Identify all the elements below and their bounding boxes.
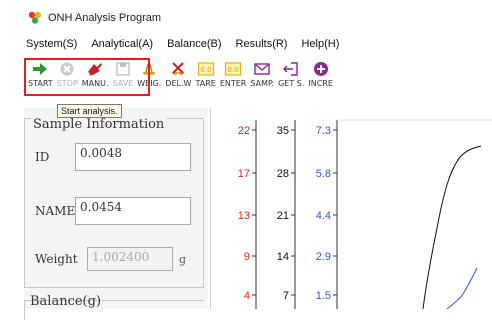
name-label: NAME [35,204,76,218]
axis-tick-label: 4 [244,290,250,302]
sample-info-title: Sample Information [31,117,167,132]
sample-icon [254,63,270,75]
axis-tick-label: 7 [283,290,289,302]
tare-button[interactable]: 0.0 TARE [193,58,217,88]
window-title: ONH Analysis Program [48,12,162,24]
weight-row: Weight 1.002400 g [35,247,186,271]
menu-balance[interactable]: Balance(B) [167,38,221,56]
axis-tick-label: 13 [238,210,250,222]
menu-help[interactable]: Help(H) [301,38,339,56]
increment-button[interactable]: INCRE [306,58,335,88]
axis-tick-label: 22 [238,125,250,137]
axis-tick-label: 9 [244,251,250,263]
id-label: ID [35,150,50,164]
enter-button[interactable]: 0.0 ENTER [218,58,249,88]
id-row: ID 0.0048 [35,143,191,171]
axis-tick-label: 2.9 [316,251,331,263]
id-field[interactable]: 0.0048 [75,143,191,171]
svg-text:0.0: 0.0 [200,66,211,74]
axis-tick-label: 21 [277,210,289,222]
increment-icon [313,62,328,76]
app-window: ONH Analysis Program System(S) Analytica… [0,0,492,320]
title-bar: ONH Analysis Program [12,0,492,36]
weight-field: 1.002400 [87,247,173,271]
start-tooltip: Start analysis. [57,104,122,118]
app-logo-icon [28,11,42,24]
weight-unit: g [179,252,187,266]
highlight-frame [24,58,150,96]
axis-tick-label: 7.3 [316,125,331,137]
weight-label: Weight [35,252,78,266]
enter-icon: 0.0 [224,62,242,76]
axis-tick-label: 28 [277,168,289,180]
get-sample-icon [283,62,298,76]
black-trace [422,145,482,309]
chart-axes: 22 17 13 9 4 35 28 21 14 7 7.3 5.8 4.4 2.9 1.5 [238,119,492,309]
axis-tick-label: 1.5 [316,290,331,302]
chart-area: 22 17 13 9 4 35 28 21 14 7 7.3 5.8 4.4 2.9 1.5 [210,108,492,309]
menu-bar: System(S) Analytical(A) Balance(B) Resul… [26,38,339,56]
blue-trace [446,267,478,309]
balance-title: Balance(g) [30,294,102,309]
menu-system[interactable]: System(S) [26,38,77,56]
delete-weigh-button[interactable]: DEL.W [163,58,193,88]
get-sample-button[interactable]: GET S. [276,58,306,88]
left-panel: Sample Information ID 0.0048 NAME 0.0454… [24,108,208,320]
name-field[interactable]: 0.0454 [75,197,191,225]
axis-tick-label: 14 [277,251,289,263]
axis-tick-label: 17 [238,168,250,180]
sample-button[interactable]: SAMP. [248,58,276,88]
axis-tick-label: 35 [277,125,289,137]
axis-tick-label: 5.8 [316,168,331,180]
sample-info-group: Sample Information ID 0.0048 NAME 0.0454… [24,117,204,288]
menu-results[interactable]: Results(R) [236,38,288,56]
tare-icon: 0.0 [197,62,214,76]
delete-weigh-icon [172,62,185,75]
svg-text:0.0: 0.0 [228,66,239,74]
axis-tick-label: 4.4 [316,210,331,222]
name-row: NAME 0.0454 [35,197,191,225]
menu-analytical[interactable]: Analytical(A) [91,38,153,56]
